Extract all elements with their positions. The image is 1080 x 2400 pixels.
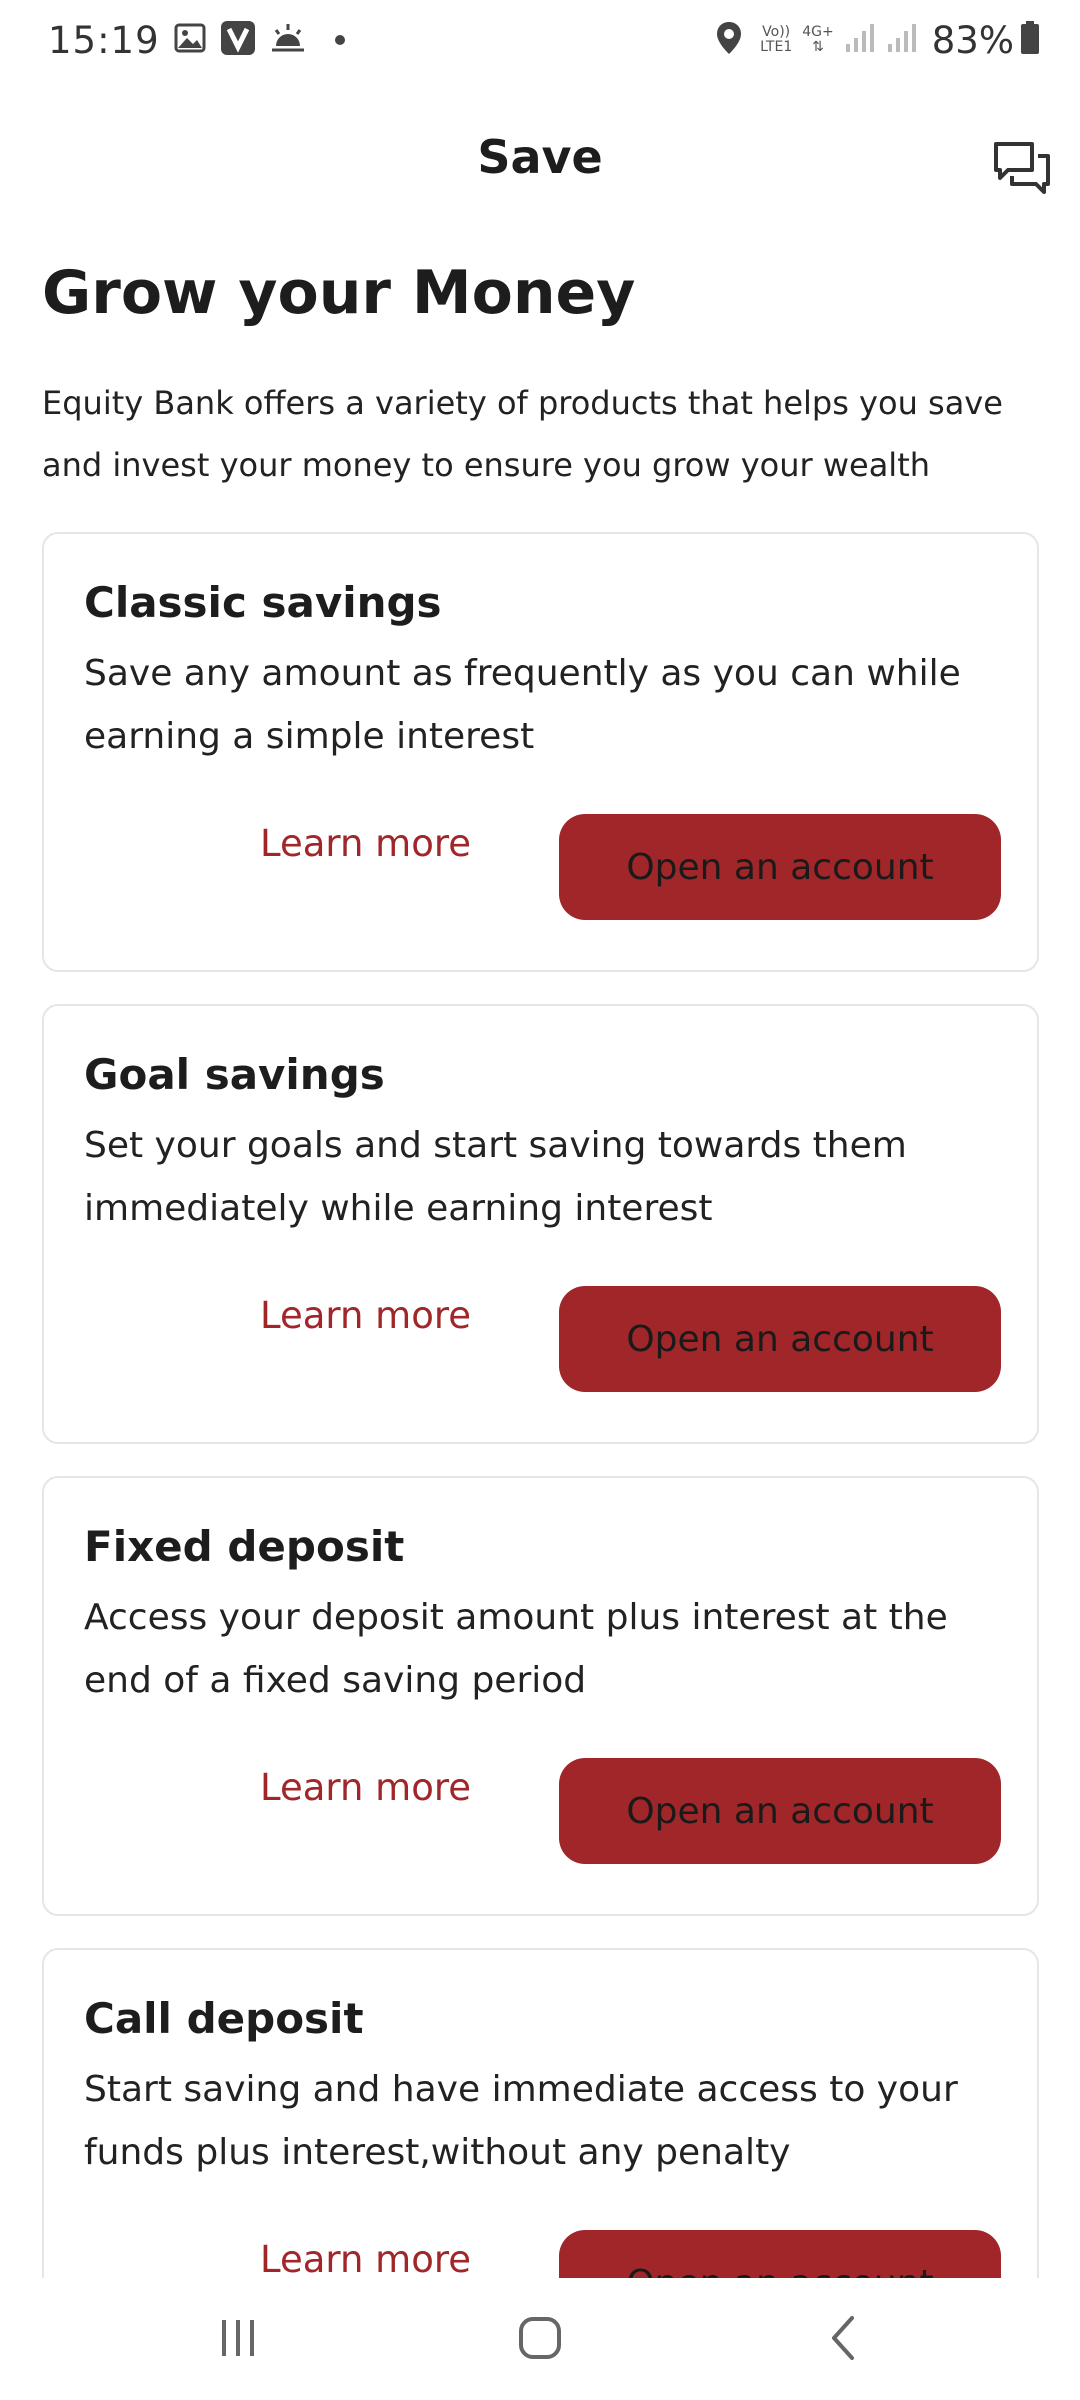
recent-apps-button[interactable] (198, 2308, 278, 2372)
card-description: Save any amount as frequently as you can… (84, 653, 961, 757)
card-description: Access your deposit amount plus interest… (84, 1597, 948, 1701)
learn-more-link[interactable]: Learn more (260, 822, 471, 865)
open-account-button[interactable]: Open an account (559, 1758, 1001, 1864)
product-card-classic-savings: Classic savings Save any amount as frequ… (42, 532, 1039, 972)
product-card-goal-savings: Goal savings Set your goals and start sa… (42, 1004, 1039, 1444)
card-description: Start saving and have immediate access t… (84, 2069, 958, 2173)
intro-text: Equity Bank offers a variety of products… (42, 384, 1003, 484)
headline: Grow your Money (42, 258, 636, 328)
content-area: Grow your Money Equity Bank offers a var… (0, 0, 1080, 2278)
card-title: Fixed deposit (84, 1522, 405, 1571)
product-card-call-deposit: Call deposit Start saving and have immed… (42, 1948, 1039, 2278)
back-button[interactable] (804, 2308, 884, 2372)
learn-more-link[interactable]: Learn more (260, 1294, 471, 1337)
learn-more-link[interactable]: Learn more (260, 2238, 471, 2278)
home-button[interactable] (500, 2308, 580, 2372)
card-description: Set your goals and start saving towards … (84, 1125, 907, 1229)
learn-more-link[interactable]: Learn more (260, 1766, 471, 1809)
card-title: Call deposit (84, 1994, 364, 2043)
card-title: Goal savings (84, 1050, 385, 1099)
recent-apps-icon (216, 2316, 260, 2364)
back-chevron-icon (824, 2314, 864, 2366)
home-icon (516, 2314, 564, 2366)
open-account-button[interactable]: Open an account (559, 2230, 1001, 2278)
open-account-button[interactable]: Open an account (559, 1286, 1001, 1392)
product-card-fixed-deposit: Fixed deposit Access your deposit amount… (42, 1476, 1039, 1916)
card-title: Classic savings (84, 578, 442, 627)
open-account-button[interactable]: Open an account (559, 814, 1001, 920)
system-nav-bar (0, 2278, 1080, 2400)
